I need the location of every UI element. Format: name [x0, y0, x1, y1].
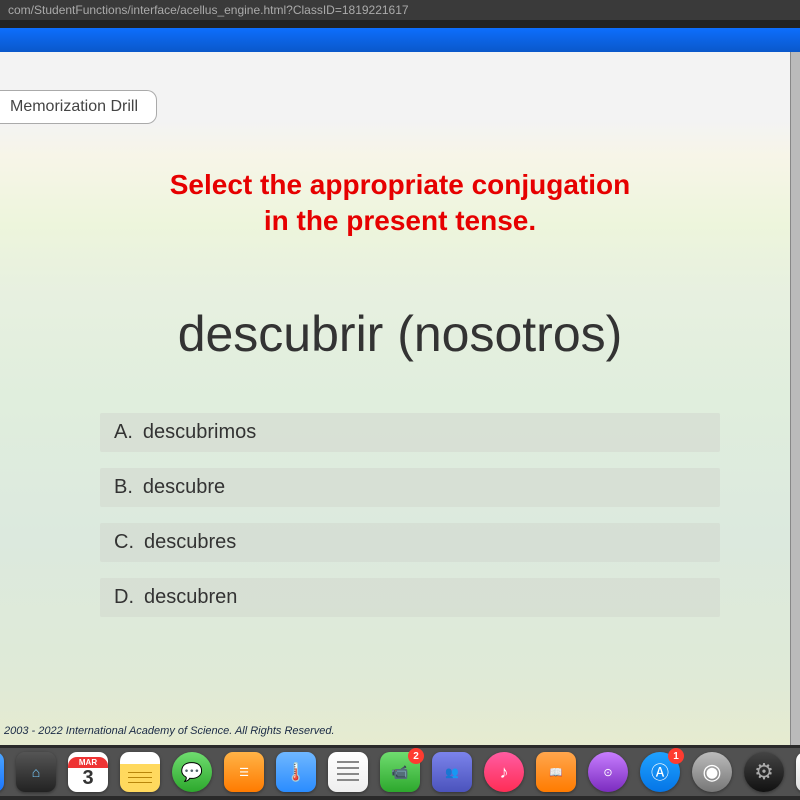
weather-icon[interactable]: 🌡️ [276, 752, 316, 792]
url-bar: com/StudentFunctions/interface/acellus_e… [0, 0, 800, 20]
answer-letter: A. [114, 421, 133, 443]
reminders-icon[interactable]: ☰ [224, 752, 264, 792]
teams-icon[interactable]: 👥 [432, 752, 472, 792]
question-word: descubrir (nosotros) [0, 305, 800, 363]
calendar-month: MAR [68, 757, 108, 768]
music-icon[interactable]: ♪ [484, 752, 524, 792]
contacts-icon[interactable] [328, 752, 368, 792]
facetime-icon[interactable]: 📹2 [380, 752, 420, 792]
mac-dock: 😀 ⌂ MAR 3 💬 ☰ 🌡️ 📹2 👥 ♪ 📖 ⊙ Ⓐ1 ◉ ⚙ ◻ [0, 748, 800, 796]
answer-option-b[interactable]: B. descubre [100, 468, 720, 507]
drill-tab[interactable]: Memorization Drill [0, 90, 157, 124]
finder-icon[interactable]: 😀 [0, 752, 4, 792]
roblox-icon[interactable]: ◻ [796, 752, 800, 792]
answer-text: descubren [144, 586, 237, 608]
answer-letter: D. [114, 586, 134, 608]
quiz-content: Memorization Drill Select the appropriat… [0, 52, 800, 745]
answer-text: descubrimos [143, 421, 256, 443]
app-header-bar [0, 28, 800, 52]
books-icon[interactable]: 📖 [536, 752, 576, 792]
window-chrome [0, 20, 800, 28]
prompt-line-2: in the present tense. [264, 205, 536, 236]
appstore-icon[interactable]: Ⓐ1 [640, 752, 680, 792]
answer-list: A. descubrimos B. descubre C. descubres D. d… [80, 413, 720, 617]
badge: 1 [668, 748, 684, 764]
messages-icon[interactable]: 💬 [172, 752, 212, 792]
answer-text: descubres [144, 531, 236, 553]
answer-option-a[interactable]: A. descubrimos [100, 413, 720, 452]
podcast-icon[interactable]: ⊙ [588, 752, 628, 792]
answer-option-c[interactable]: C. descubres [100, 523, 720, 562]
color-picker-icon[interactable]: ◉ [692, 752, 732, 792]
calendar-day: 3 [82, 768, 93, 788]
answer-letter: C. [114, 531, 134, 553]
notes-icon[interactable] [120, 752, 160, 792]
terminal-icon[interactable]: ⌂ [16, 752, 56, 792]
answer-option-d[interactable]: D. descubren [100, 578, 720, 617]
badge: 2 [408, 748, 424, 764]
question-prompt: Select the appropriate conjugation in th… [0, 167, 800, 240]
copyright-text: 2003 - 2022 International Academy of Sci… [4, 725, 335, 737]
dock-background: 😀 ⌂ MAR 3 💬 ☰ 🌡️ 📹2 👥 ♪ 📖 ⊙ Ⓐ1 ◉ ⚙ ◻ [0, 745, 800, 800]
system-preferences-icon[interactable]: ⚙ [744, 752, 784, 792]
prompt-line-1: Select the appropriate conjugation [170, 169, 631, 200]
calendar-icon[interactable]: MAR 3 [68, 752, 108, 792]
answer-text: descubre [143, 476, 225, 498]
answer-letter: B. [114, 476, 133, 498]
scrollbar-edge[interactable] [790, 52, 800, 745]
